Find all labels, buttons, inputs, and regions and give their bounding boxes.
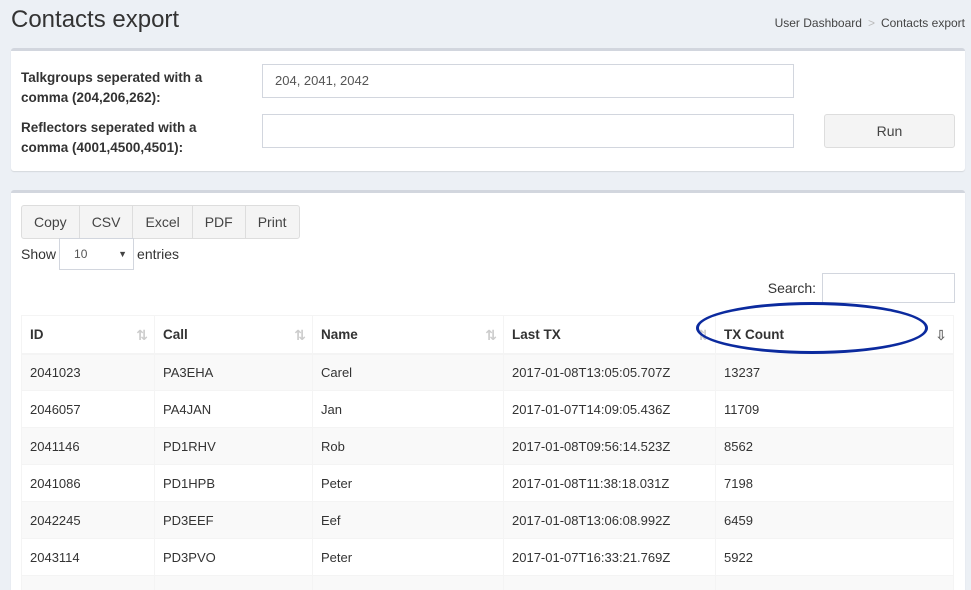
table-cell: 2041086 bbox=[21, 464, 155, 502]
breadcrumb-current: Contacts export bbox=[880, 16, 965, 30]
reflectors-label: Reflectors seperated with a comma (4001,… bbox=[21, 120, 197, 155]
table-cell: 2017-01-08T13:06:08.992Z bbox=[503, 501, 716, 539]
table-cell: 2017-01-08T11:38:18.031Z bbox=[503, 464, 716, 502]
table-cell: 2041023 bbox=[21, 353, 155, 391]
sort-icon: ⇅ bbox=[697, 327, 709, 343]
column-header-name[interactable]: Name ⇅ bbox=[312, 315, 504, 355]
table-cell bbox=[312, 575, 504, 590]
page-title: Contacts export bbox=[11, 6, 180, 33]
entries-length-control: Show 10 ▼ entries bbox=[21, 238, 179, 270]
table-cell: 5922 bbox=[715, 538, 954, 576]
sort-icon: ⇅ bbox=[485, 327, 497, 343]
csv-button[interactable]: CSV bbox=[78, 205, 134, 239]
table-cell: Rob bbox=[312, 427, 504, 465]
search-input[interactable] bbox=[822, 273, 955, 303]
run-button[interactable]: Run bbox=[824, 114, 955, 148]
table-cell: 13237 bbox=[715, 353, 954, 391]
table-cell: Peter bbox=[312, 464, 504, 502]
table-cell: 11709 bbox=[715, 390, 954, 428]
table-cell: PD1HPB bbox=[154, 464, 313, 502]
entries-select[interactable]: 10 ▼ bbox=[59, 238, 135, 270]
column-header-call[interactable]: Call ⇅ bbox=[154, 315, 313, 355]
search-control: Search: bbox=[768, 273, 955, 303]
table-row: 2041146 PD1RHV Rob 2017-01-08T09:56:14.523Z… bbox=[21, 427, 954, 465]
contacts-table-box: Copy CSV Excel PDF Print Show 10 ▼ entri… bbox=[11, 190, 965, 590]
table-cell: PA4JAN bbox=[154, 390, 313, 428]
table-row: 2046057 PA4JAN Jan 2017-01-07T14:09:05.436Z… bbox=[21, 390, 954, 428]
table-row: 2041023 PA3EHA Carel 2017-01-08T13:05:05.70… bbox=[21, 353, 954, 391]
table-cell: 2046057 bbox=[21, 390, 155, 428]
breadcrumb-separator: > bbox=[867, 16, 875, 30]
table-cell bbox=[154, 575, 313, 590]
export-form-box: Talkgroups seperated with a comma (204,2… bbox=[11, 48, 965, 171]
page-header: Contacts export User Dashboard > Contacts … bbox=[0, 0, 971, 46]
table-cell bbox=[21, 575, 155, 590]
table-cell: 2017-01-07T14:09:05.436Z bbox=[503, 390, 716, 428]
sort-descending-icon: ⇩ bbox=[935, 327, 947, 343]
talkgroups-label: Talkgroups seperated with a comma (204,2… bbox=[21, 70, 203, 105]
column-header-last-tx[interactable]: Last TX ⇅ bbox=[503, 315, 716, 355]
table-header-row: ID ⇅ Call ⇅ Name ⇅ Last TX ⇅ TX Count ⇩ bbox=[21, 315, 954, 355]
table-cell: 6459 bbox=[715, 501, 954, 539]
chevron-down-icon: ▼ bbox=[118, 249, 128, 259]
pdf-button[interactable]: PDF bbox=[191, 205, 246, 239]
table-row bbox=[21, 575, 954, 590]
excel-button[interactable]: Excel bbox=[132, 205, 193, 239]
breadcrumb: User Dashboard > Contacts export bbox=[775, 16, 965, 30]
table-cell: 2017-01-08T09:56:14.523Z bbox=[503, 427, 716, 465]
column-header-id[interactable]: ID ⇅ bbox=[21, 315, 155, 355]
print-button[interactable]: Print bbox=[244, 205, 300, 239]
copy-button[interactable]: Copy bbox=[21, 205, 80, 239]
entries-label: entries bbox=[137, 246, 180, 262]
sort-icon: ⇅ bbox=[294, 327, 306, 343]
table-cell: 2041146 bbox=[21, 427, 155, 465]
table-cell: Eef bbox=[312, 501, 504, 539]
table-cell: PA3EHA bbox=[154, 353, 313, 391]
table-cell: Carel bbox=[312, 353, 504, 391]
table-cell: PD1RHV bbox=[154, 427, 313, 465]
table-cell: 8562 bbox=[715, 427, 954, 465]
table-cell: 2017-01-08T13:05:05.707Z bbox=[503, 353, 716, 391]
table-cell bbox=[715, 575, 954, 590]
table-cell: Jan bbox=[312, 390, 504, 428]
breadcrumb-user-dashboard[interactable]: User Dashboard bbox=[775, 16, 862, 30]
reflectors-input[interactable] bbox=[262, 114, 794, 148]
entries-select-value: 10 bbox=[74, 247, 88, 261]
table-cell: 7198 bbox=[715, 464, 954, 502]
table-row: 2043114 PD3PVO Peter 2017-01-07T16:33:21.76… bbox=[21, 538, 954, 576]
table-cell: 2043114 bbox=[21, 538, 155, 576]
contacts-table: ID ⇅ Call ⇅ Name ⇅ Last TX ⇅ TX Count ⇩ 20410… bbox=[21, 315, 954, 590]
table-cell bbox=[503, 575, 716, 590]
export-button-group: Copy CSV Excel PDF Print bbox=[21, 205, 300, 239]
table-cell: 2042245 bbox=[21, 501, 155, 539]
table-row: 2042245 PD3EEF Eef 2017-01-08T13:06:08.992Z… bbox=[21, 501, 954, 539]
search-label: Search: bbox=[767, 280, 816, 296]
sort-icon: ⇅ bbox=[136, 327, 148, 343]
talkgroups-input[interactable]: 204, 2041, 2042 bbox=[262, 64, 794, 98]
table-cell: Peter bbox=[312, 538, 504, 576]
table-cell: 2017-01-07T16:33:21.769Z bbox=[503, 538, 716, 576]
table-cell: PD3PVO bbox=[154, 538, 313, 576]
table-row: 2041086 PD1HPB Peter 2017-01-08T11:38:18.03… bbox=[21, 464, 954, 502]
column-header-tx-count[interactable]: TX Count ⇩ bbox=[715, 315, 954, 355]
table-cell: PD3EEF bbox=[154, 501, 313, 539]
show-label: Show bbox=[21, 246, 57, 262]
